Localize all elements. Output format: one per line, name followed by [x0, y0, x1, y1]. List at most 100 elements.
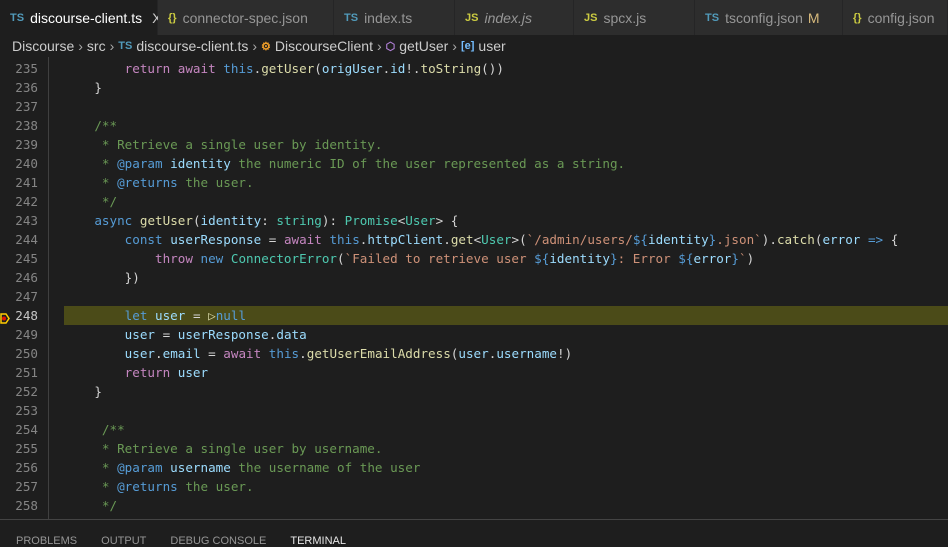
tab-config-json[interactable]: {} config.json	[843, 0, 948, 35]
tab-index-ts[interactable]: TS index.ts	[334, 0, 455, 35]
code-token: user	[124, 346, 156, 361]
code-token: await	[177, 61, 216, 76]
tab-connector-spec-json[interactable]: {} connector-spec.json	[158, 0, 334, 35]
code-line: 235 return await this.getUser(origUser.i…	[0, 59, 948, 78]
code-token: identity	[549, 251, 611, 266]
code-token: =	[185, 308, 209, 323]
tab-tsconfig-json[interactable]: TS tsconfig.json M	[695, 0, 843, 35]
code-token: User	[481, 232, 512, 247]
tab-label: discourse-client.ts	[30, 9, 143, 26]
breadcrumb-item[interactable]: Discourse	[12, 38, 74, 54]
line-number: 241	[15, 175, 38, 190]
code-token: /**	[64, 422, 125, 437]
line-number: 249	[15, 327, 38, 342]
code-token: {	[883, 232, 899, 247]
chevron-right-icon: ›	[252, 38, 258, 54]
ts-file-icon: TS	[344, 11, 359, 24]
code-token: httpClient	[367, 232, 444, 247]
code-line: 245 throw new ConnectorError(`Failed to …	[0, 249, 948, 268]
breadcrumb-item[interactable]: getUser	[399, 38, 448, 54]
code-line: 256 * @param username the username of th…	[0, 458, 948, 477]
panel-tab-problems[interactable]: PROBLEMS	[16, 535, 77, 547]
code-token: * Retrieve a single user by username.	[64, 441, 383, 456]
code-token: .	[155, 346, 163, 361]
code-token: /**	[64, 118, 118, 133]
code-editor[interactable]: 235 return await this.getUser(origUser.i…	[0, 57, 948, 532]
code-token: return	[124, 61, 171, 76]
breakpoint-icon[interactable]	[0, 310, 10, 324]
editor-tabs: TS discourse-client.ts X{} connector-spec.j…	[0, 0, 948, 35]
code-token: >(	[511, 232, 527, 247]
code-text: /**	[64, 420, 948, 439]
breadcrumb-item[interactable]: discourse-client.ts	[136, 38, 248, 54]
breadcrumb-item[interactable]: user	[478, 38, 505, 54]
code-token: *	[64, 479, 118, 494]
code-token: */	[64, 194, 118, 209]
panel-tab-terminal[interactable]: TERMINAL	[290, 535, 346, 547]
code-token: await	[223, 346, 262, 361]
line-number: 247	[15, 289, 38, 304]
js-file-icon: JS	[465, 11, 479, 24]
tab-label: config.json	[867, 9, 935, 26]
chevron-right-icon: ›	[109, 38, 115, 54]
code-token: *	[64, 460, 118, 475]
code-token: the username of the user	[230, 460, 421, 475]
code-token: Promise	[344, 213, 398, 228]
code-line: 249 user = userResponse.data	[0, 325, 948, 344]
tab-label: connector-spec.json	[182, 9, 308, 26]
code-token: ${	[632, 232, 648, 247]
line-number: 250	[15, 346, 38, 361]
code-token: :	[261, 213, 277, 228]
line-number: 237	[15, 99, 38, 114]
line-number: 258	[15, 498, 38, 513]
tab-label: tsconfig.json	[725, 9, 803, 26]
code-line: 246 })	[0, 268, 948, 287]
tab-index-js[interactable]: JS index.js	[455, 0, 574, 35]
code-token: throw	[155, 251, 193, 266]
code-token: }	[610, 251, 618, 266]
modified-badge: M	[807, 9, 820, 26]
tab-label: index.js	[484, 9, 532, 26]
code-token: identity	[200, 213, 262, 228]
panel-tab-output[interactable]: OUTPUT	[101, 535, 146, 547]
tab-discourse-client-ts[interactable]: TS discourse-client.ts X	[0, 0, 161, 35]
code-text: }	[64, 78, 948, 97]
line-number: 245	[15, 251, 38, 266]
breadcrumb-item[interactable]: src	[87, 38, 106, 54]
tab-spcx-js[interactable]: JS spcx.js	[574, 0, 695, 35]
code-line: 257 * @returns the user.	[0, 477, 948, 496]
code-line: 252 }	[0, 382, 948, 401]
code-text: user.email = await this.getUserEmailAddr…	[64, 344, 948, 363]
code-token: this	[268, 346, 300, 361]
code-token: .json`	[716, 232, 762, 247]
code-token: error	[822, 232, 861, 247]
code-token: @param	[117, 156, 163, 171]
tab-label: index.ts	[364, 9, 413, 26]
code-text: let user = ▷null	[64, 306, 948, 325]
code-token: identity	[648, 232, 709, 247]
panel-tab-debug-console[interactable]: DEBUG CONSOLE	[170, 535, 266, 547]
code-token: error	[693, 251, 732, 266]
line-number: 256	[15, 460, 38, 475]
chevron-right-icon: ›	[78, 38, 83, 54]
code-text: * @returns the user.	[64, 173, 948, 192]
code-line: 239 * Retrieve a single user by identity…	[0, 135, 948, 154]
ts-file-icon: TS	[10, 11, 25, 24]
code-text: })	[64, 268, 948, 287]
code-token: */	[64, 498, 118, 513]
breadcrumb-item[interactable]: DiscourseClient	[275, 38, 373, 54]
code-text: * @param username the username of the us…	[64, 458, 948, 477]
code-token: getUser	[261, 61, 315, 76]
line-number: 242	[15, 194, 38, 209]
code-line: 255 * Retrieve a single user by username…	[0, 439, 948, 458]
line-number: 246	[15, 270, 38, 285]
code-text: * @param identity the numeric ID of the …	[64, 154, 948, 173]
